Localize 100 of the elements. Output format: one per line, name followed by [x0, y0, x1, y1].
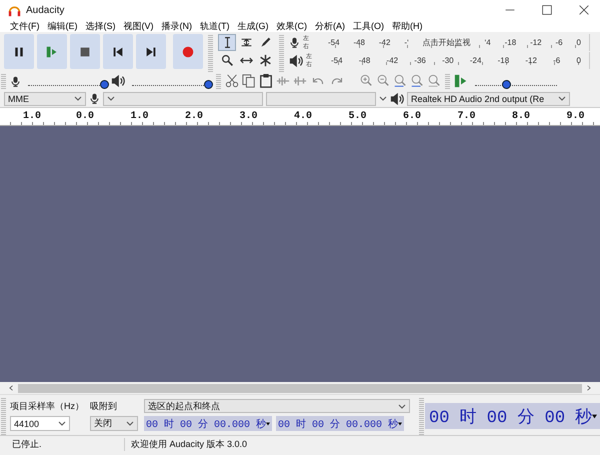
- redo-button[interactable]: [329, 75, 345, 87]
- record-icon: [182, 46, 194, 58]
- pause-icon: [14, 46, 24, 58]
- pencil-icon: [258, 36, 272, 49]
- stop-button[interactable]: [70, 34, 100, 69]
- host-dropdown[interactable]: MME: [4, 92, 86, 106]
- menu-item[interactable]: 文件(F): [6, 20, 44, 32]
- dropdown-caret-icon: [58, 421, 66, 426]
- dropdown-caret-icon: [107, 96, 115, 101]
- playback-device-dropdown[interactable]: Realtek HD Audio 2nd output (Re: [407, 92, 570, 106]
- trim-audio-icon: [276, 74, 290, 88]
- time-format-caret-icon: [592, 414, 598, 418]
- menu-item[interactable]: 工具(O): [349, 20, 388, 32]
- stop-icon: [80, 46, 90, 56]
- playback-volume-slider[interactable]: [204, 80, 213, 89]
- menu-item[interactable]: 轨道(T): [196, 20, 234, 32]
- time-format-caret-icon: [266, 422, 270, 426]
- skip-to-end-button[interactable]: [136, 34, 166, 69]
- snap-to-label: 吸附到: [90, 400, 118, 412]
- magnifier-icon: [220, 54, 234, 67]
- pause-button[interactable]: [4, 34, 34, 69]
- menu-item[interactable]: 选择(S): [82, 20, 120, 32]
- menu-item[interactable]: 分析(A): [311, 20, 349, 32]
- fit-selection-icon: [393, 74, 407, 88]
- ruler-label: 1.0: [130, 111, 150, 122]
- toolbar-grip[interactable]: [279, 34, 284, 72]
- ruler-label: 4.0: [294, 111, 314, 122]
- play-speed-slider[interactable]: [502, 80, 512, 89]
- selection-mode-dropdown[interactable]: 选区的起点和终点: [144, 399, 410, 413]
- dropdown-caret-icon: [379, 96, 387, 101]
- zoom-toggle-icon: [427, 74, 441, 88]
- selection-end-field[interactable]: 00 时 00 分 00.000 秒: [276, 416, 404, 431]
- dropdown-caret-icon: [558, 96, 566, 101]
- menu-item[interactable]: 帮助(H): [388, 20, 426, 32]
- track-area[interactable]: [0, 126, 600, 382]
- sample-rate-label: 项目采样率（Hz）: [10, 400, 84, 412]
- recording-device-icon: [89, 91, 100, 106]
- toolbar-grip[interactable]: [419, 397, 424, 435]
- zoom-button[interactable]: [359, 74, 373, 88]
- menu-item[interactable]: 生成(G): [234, 20, 272, 32]
- skip-to-start-button[interactable]: [103, 34, 133, 69]
- ruler-label: 2.0: [185, 111, 204, 122]
- snap-to-dropdown[interactable]: 关闭: [90, 416, 138, 431]
- record-meter-icon: [289, 35, 300, 50]
- scroll-left-icon: [8, 384, 14, 392]
- cut-button[interactable]: [225, 74, 239, 88]
- undo-button[interactable]: [310, 75, 326, 87]
- sample-rate-dropdown[interactable]: 44100: [10, 416, 70, 431]
- zoom-button[interactable]: [427, 74, 441, 88]
- microphone-icon: [10, 74, 21, 88]
- menu-item[interactable]: 编辑(E): [44, 20, 82, 32]
- dropdown-caret-icon: [126, 421, 134, 426]
- play-icon: [454, 74, 468, 88]
- ruler-label: 9.0: [566, 111, 586, 122]
- ruler-label: 7.0: [458, 111, 477, 122]
- redo-icon: [329, 75, 345, 87]
- zoom-in-icon: [359, 74, 373, 88]
- clipboard-icon: [259, 74, 273, 88]
- ruler-label: 0.0: [76, 111, 96, 122]
- toolbar-grip[interactable]: [208, 34, 213, 72]
- ruler-label: 6.0: [403, 111, 422, 122]
- maximize-icon: [542, 5, 552, 15]
- menu-item[interactable]: 播录(N): [158, 20, 196, 32]
- copy-icon: [242, 74, 256, 88]
- play-at-speed-button[interactable]: [454, 74, 468, 88]
- silence-audio-icon: [293, 74, 307, 88]
- tool-button[interactable]: [218, 34, 236, 51]
- menu-item[interactable]: 效果(C): [272, 20, 311, 32]
- status-message: 欢迎使用 Audacity 版本 3.0.0: [130, 438, 248, 450]
- ruler-label: 8.0: [512, 111, 532, 122]
- scrollbar-thumb[interactable]: [18, 384, 582, 392]
- toolbar-grip[interactable]: [1, 397, 6, 435]
- silence-button[interactable]: [293, 74, 307, 88]
- asterisk-icon: [258, 54, 272, 67]
- playback-device-icon: [390, 92, 404, 106]
- selection-start-field[interactable]: 00 时 00 分 00.000 秒: [144, 416, 272, 431]
- copy-button[interactable]: [242, 74, 256, 88]
- zoom-button[interactable]: [376, 74, 390, 88]
- dropdown-caret-icon: [398, 404, 406, 408]
- zoom-button[interactable]: [410, 74, 424, 88]
- menu-item[interactable]: 视图(V): [120, 20, 158, 32]
- close-icon: [579, 5, 589, 15]
- timeline-ruler[interactable]: 1.0 0.0 1.0 2.0 3.0 4.0 5.0 6.0 7.0 8.0 9.0: [0, 107, 600, 126]
- playback-meter-icon: [289, 54, 303, 68]
- speaker-icon: [111, 74, 125, 88]
- zoom-out-icon: [376, 74, 390, 88]
- record-button[interactable]: [173, 34, 203, 69]
- window-title: Audacity: [26, 4, 66, 16]
- time-format-caret-icon: [398, 422, 402, 426]
- record-volume-slider[interactable]: [100, 80, 109, 89]
- toolbar-grip[interactable]: [216, 73, 221, 89]
- skip-to-end-icon: [146, 46, 156, 56]
- status-text: 已停止.: [0, 438, 125, 450]
- envelope-icon: [240, 36, 252, 49]
- toolbar-grip[interactable]: [445, 73, 450, 89]
- zoom-button[interactable]: [393, 74, 407, 88]
- toolbar-grip[interactable]: [1, 73, 6, 89]
- headphones-icon: [8, 4, 21, 16]
- dropdown-caret-icon: [74, 96, 82, 101]
- paste-button[interactable]: [259, 74, 273, 88]
